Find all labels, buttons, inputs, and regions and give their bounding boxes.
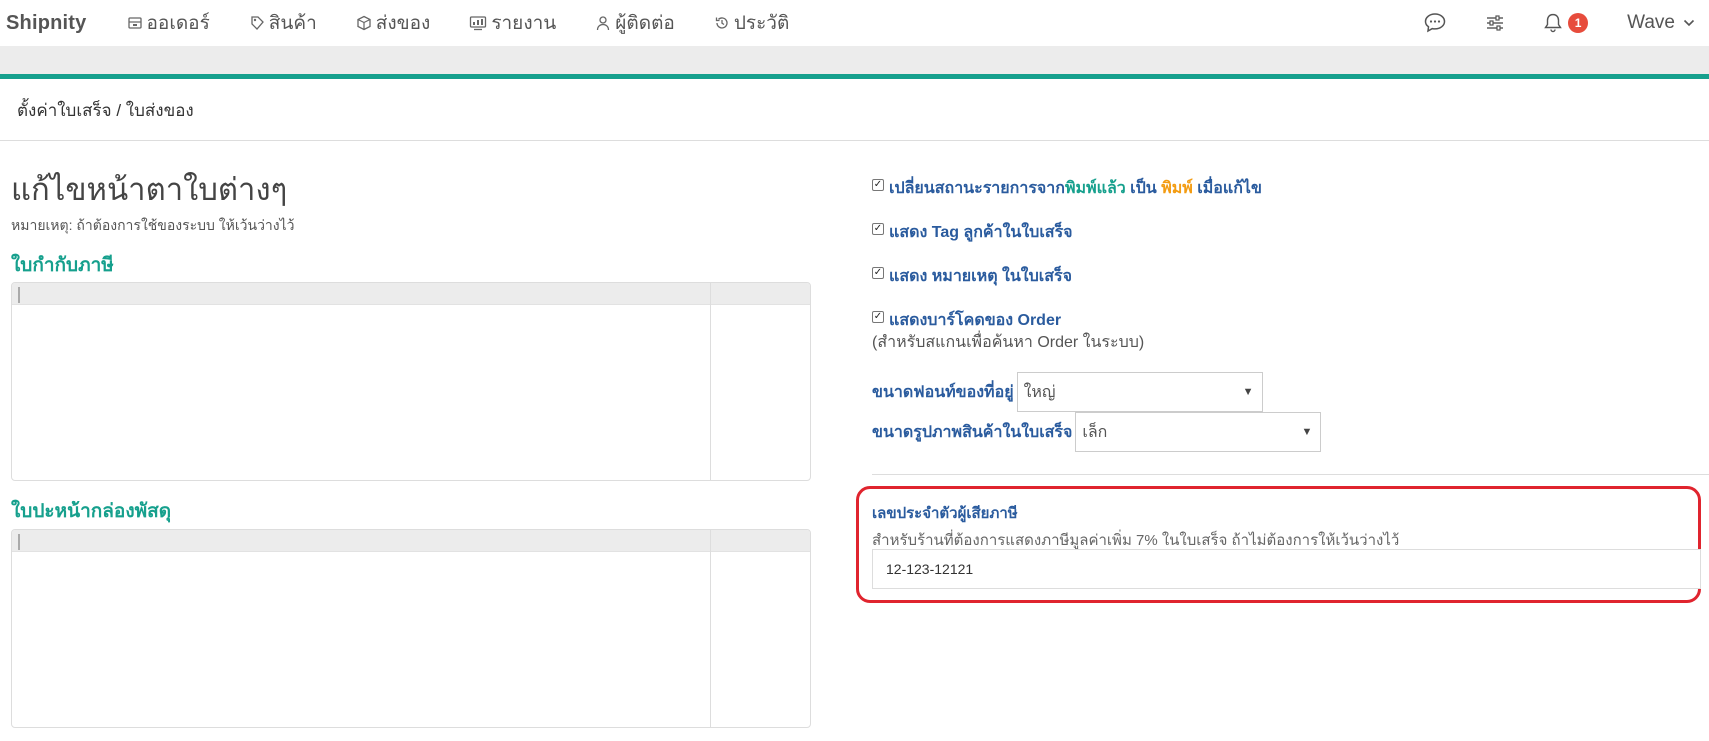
tax-id-label: เลขประจำตัวผู้เสียภาษี bbox=[872, 505, 1018, 522]
tag-icon bbox=[251, 16, 264, 30]
image-size-select[interactable]: เล็ก ▼ bbox=[1075, 412, 1322, 452]
nav-history[interactable]: ประวัติ bbox=[714, 8, 789, 38]
brand-logo[interactable]: Shipnity bbox=[6, 12, 87, 35]
history-icon bbox=[715, 17, 728, 29]
nav-contacts[interactable]: ผู้ติดต่อ bbox=[595, 8, 675, 38]
change-status-label: เปลี่ยนสถานะรายการจากพิมพ์แล้ว เป็น พิมพ… bbox=[889, 180, 1262, 197]
image-size-value: เล็ก bbox=[1082, 423, 1108, 441]
address-font-label: ขนาดฟอนท์ของที่อยู่ bbox=[872, 383, 1014, 401]
sub-navbar bbox=[0, 46, 1709, 74]
tax-invoice-editor[interactable] bbox=[11, 282, 811, 481]
section-title-tax-invoice: ใบกำกับภาษี bbox=[11, 255, 114, 276]
user-icon bbox=[597, 16, 610, 31]
show-note-checkbox[interactable]: ✓ bbox=[872, 267, 884, 279]
editor-body[interactable] bbox=[12, 552, 810, 727]
show-note-label: แสดง หมายเหตุ ในใบเสร็จ bbox=[889, 268, 1072, 285]
nav-orders[interactable]: ออเดอร์ bbox=[127, 8, 210, 38]
editor-toolbar bbox=[12, 283, 810, 305]
editor-gutter bbox=[710, 530, 711, 727]
dropdown-arrow-icon: ▼ bbox=[1301, 426, 1313, 438]
bell-icon bbox=[1544, 13, 1562, 33]
navbar-right: 1 Wave bbox=[1423, 0, 1709, 46]
chat-icon[interactable] bbox=[1423, 12, 1447, 34]
show-tag-label: แสดง Tag ลูกค้าในใบเสร็จ bbox=[889, 224, 1073, 241]
nav-history-label: ประวัติ bbox=[733, 13, 790, 34]
nav-shipping[interactable]: ส่งของ bbox=[356, 8, 431, 38]
address-font-row: ขนาดฟอนท์ของที่อยู่ ใหญ่ ▼ bbox=[872, 372, 1263, 412]
nav-reports[interactable]: รายงาน bbox=[469, 8, 556, 38]
show-tag-checkbox[interactable]: ✓ bbox=[872, 223, 884, 235]
top-navbar: Shipnity ออเดอร์ สินค้า ส่งของ รายงาน ผู… bbox=[0, 0, 1709, 46]
report-icon bbox=[470, 16, 487, 31]
section-divider bbox=[872, 474, 1709, 475]
nav-products-label: สินค้า bbox=[268, 13, 317, 34]
address-font-value: ใหญ่ bbox=[1023, 383, 1056, 401]
user-menu[interactable]: Wave bbox=[1627, 12, 1695, 34]
package-icon bbox=[357, 15, 371, 31]
user-name: Wave bbox=[1627, 12, 1675, 33]
show-barcode-checkbox[interactable]: ✓ bbox=[872, 311, 884, 323]
settings-sliders-icon[interactable] bbox=[1485, 14, 1505, 32]
editor-caret bbox=[18, 534, 20, 550]
editor-caret bbox=[18, 287, 20, 303]
address-font-select[interactable]: ใหญ่ ▼ bbox=[1016, 372, 1263, 412]
notification-badge: 1 bbox=[1568, 13, 1589, 33]
chevron-down-icon bbox=[1683, 19, 1695, 27]
box-icon bbox=[127, 17, 142, 29]
barcode-help-text: (สำหรับสแกนเพื่อค้นหา Order ในระบบ) bbox=[872, 334, 1145, 351]
dropdown-arrow-icon: ▼ bbox=[1242, 386, 1254, 398]
editor-gutter bbox=[710, 283, 711, 480]
nav-contacts-label: ผู้ติดต่อ bbox=[615, 13, 675, 34]
option-change-status[interactable]: ✓ เปลี่ยนสถานะรายการจากพิมพ์แล้ว เป็น พิ… bbox=[872, 176, 1262, 201]
shipping-label-editor[interactable] bbox=[11, 529, 811, 728]
breadcrumb: ตั้งค่าใบเสร็จ / ใบส่งของ bbox=[17, 101, 194, 120]
breadcrumb-bar: ตั้งค่าใบเสร็จ / ใบส่งของ bbox=[0, 79, 1709, 141]
nav-reports-label: รายงาน bbox=[491, 13, 557, 34]
option-show-tag[interactable]: ✓ แสดง Tag ลูกค้าในใบเสร็จ bbox=[872, 220, 1073, 245]
nav-shipping-label: ส่งของ bbox=[375, 13, 431, 34]
image-size-row: ขนาดรูปภาพสินค้าในใบเสร็จ เล็ก ▼ bbox=[872, 412, 1322, 452]
option-show-note[interactable]: ✓ แสดง หมายเหตุ ในใบเสร็จ bbox=[872, 264, 1072, 289]
page-title: แก้ไขหน้าตาใบต่างๆ bbox=[11, 172, 288, 207]
section-title-shipping-label: ใบปะหน้ากล่องพัสดุ bbox=[11, 501, 172, 522]
nav-products[interactable]: สินค้า bbox=[249, 8, 317, 38]
editor-toolbar bbox=[12, 530, 810, 552]
editor-body[interactable] bbox=[12, 305, 810, 480]
tax-id-input[interactable] bbox=[872, 549, 1701, 589]
notifications-button[interactable]: 1 bbox=[1543, 12, 1589, 34]
change-status-checkbox[interactable]: ✓ bbox=[872, 179, 884, 191]
nav-orders-label: ออเดอร์ bbox=[146, 13, 210, 34]
image-size-label: ขนาดรูปภาพสินค้าในใบเสร็จ bbox=[872, 423, 1073, 441]
page-note: หมายเหตุ: ถ้าต้องการใช้ของระบบ ให้เว้นว่… bbox=[11, 217, 295, 233]
